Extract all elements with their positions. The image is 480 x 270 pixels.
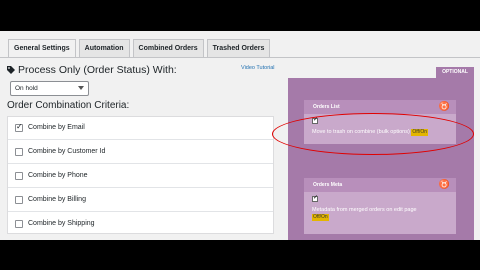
drag-handle-icon[interactable]: ♉ (439, 102, 450, 111)
card-title: Orders List (313, 104, 340, 110)
order-status-value: On hold (15, 85, 38, 92)
card-header: Orders Meta ♉ (304, 178, 456, 192)
checkmark-icon: ✓ (16, 122, 23, 131)
criteria-label: Combine by Billing (28, 196, 86, 203)
criteria-label: Combine by Customer Id (28, 148, 106, 155)
customer-id-checkbox[interactable] (15, 148, 23, 156)
highlight-ellipse (272, 113, 474, 155)
card-description: Metadata from merged orders on edit page… (312, 207, 452, 221)
phone-checkbox[interactable] (15, 172, 23, 180)
optional-tab[interactable]: OPTIONAL (436, 67, 474, 78)
criteria-label: Combine by Phone (28, 172, 88, 179)
chevron-down-icon (78, 86, 84, 90)
tab-combined-orders[interactable]: Combined Orders (132, 39, 204, 57)
tag-icon (7, 66, 15, 74)
criteria-row-customer-id[interactable]: Combine by Customer Id (8, 141, 273, 164)
checkmark-icon: ✓ (313, 195, 319, 201)
order-status-select[interactable]: On hold (10, 81, 89, 96)
off-on-toggle[interactable]: Off/On (312, 214, 329, 221)
tab-divider (0, 57, 480, 58)
criteria-list: ✓ Combine by Email Combine by Customer I… (7, 116, 274, 234)
criteria-label: Combine by Email (28, 124, 85, 131)
billing-checkbox[interactable] (15, 196, 23, 204)
description-text: Metadata from merged orders on edit page (312, 207, 417, 213)
orders-meta-card: Orders Meta ♉ ✓ Metadata from merged ord… (304, 178, 456, 234)
criteria-row-billing[interactable]: Combine by Billing (8, 189, 273, 212)
tab-general-settings[interactable]: General Settings (8, 39, 76, 57)
process-status-title: Process Only (Order Status) With: (18, 64, 177, 76)
video-tutorial-link[interactable]: Video Tutorial (241, 65, 275, 71)
tab-automation[interactable]: Automation (78, 39, 130, 57)
metadata-checkbox[interactable]: ✓ (312, 195, 319, 202)
criteria-row-shipping[interactable]: Combine by Shipping (8, 213, 273, 236)
tab-bar: General Settings Automation Combined Ord… (8, 39, 273, 57)
criteria-row-phone[interactable]: Combine by Phone (8, 165, 273, 188)
tab-trashed-orders[interactable]: Trashed Orders (206, 39, 271, 57)
combination-criteria-title: Order Combination Criteria: (7, 100, 130, 111)
criteria-row-email[interactable]: ✓ Combine by Email (8, 117, 273, 140)
drag-handle-icon[interactable]: ♉ (439, 180, 450, 189)
card-title: Orders Meta (313, 182, 343, 188)
email-checkbox[interactable]: ✓ (15, 122, 23, 132)
criteria-label: Combine by Shipping (28, 220, 95, 227)
card-header: Orders List ♉ (304, 100, 456, 114)
shipping-checkbox[interactable] (15, 220, 23, 228)
